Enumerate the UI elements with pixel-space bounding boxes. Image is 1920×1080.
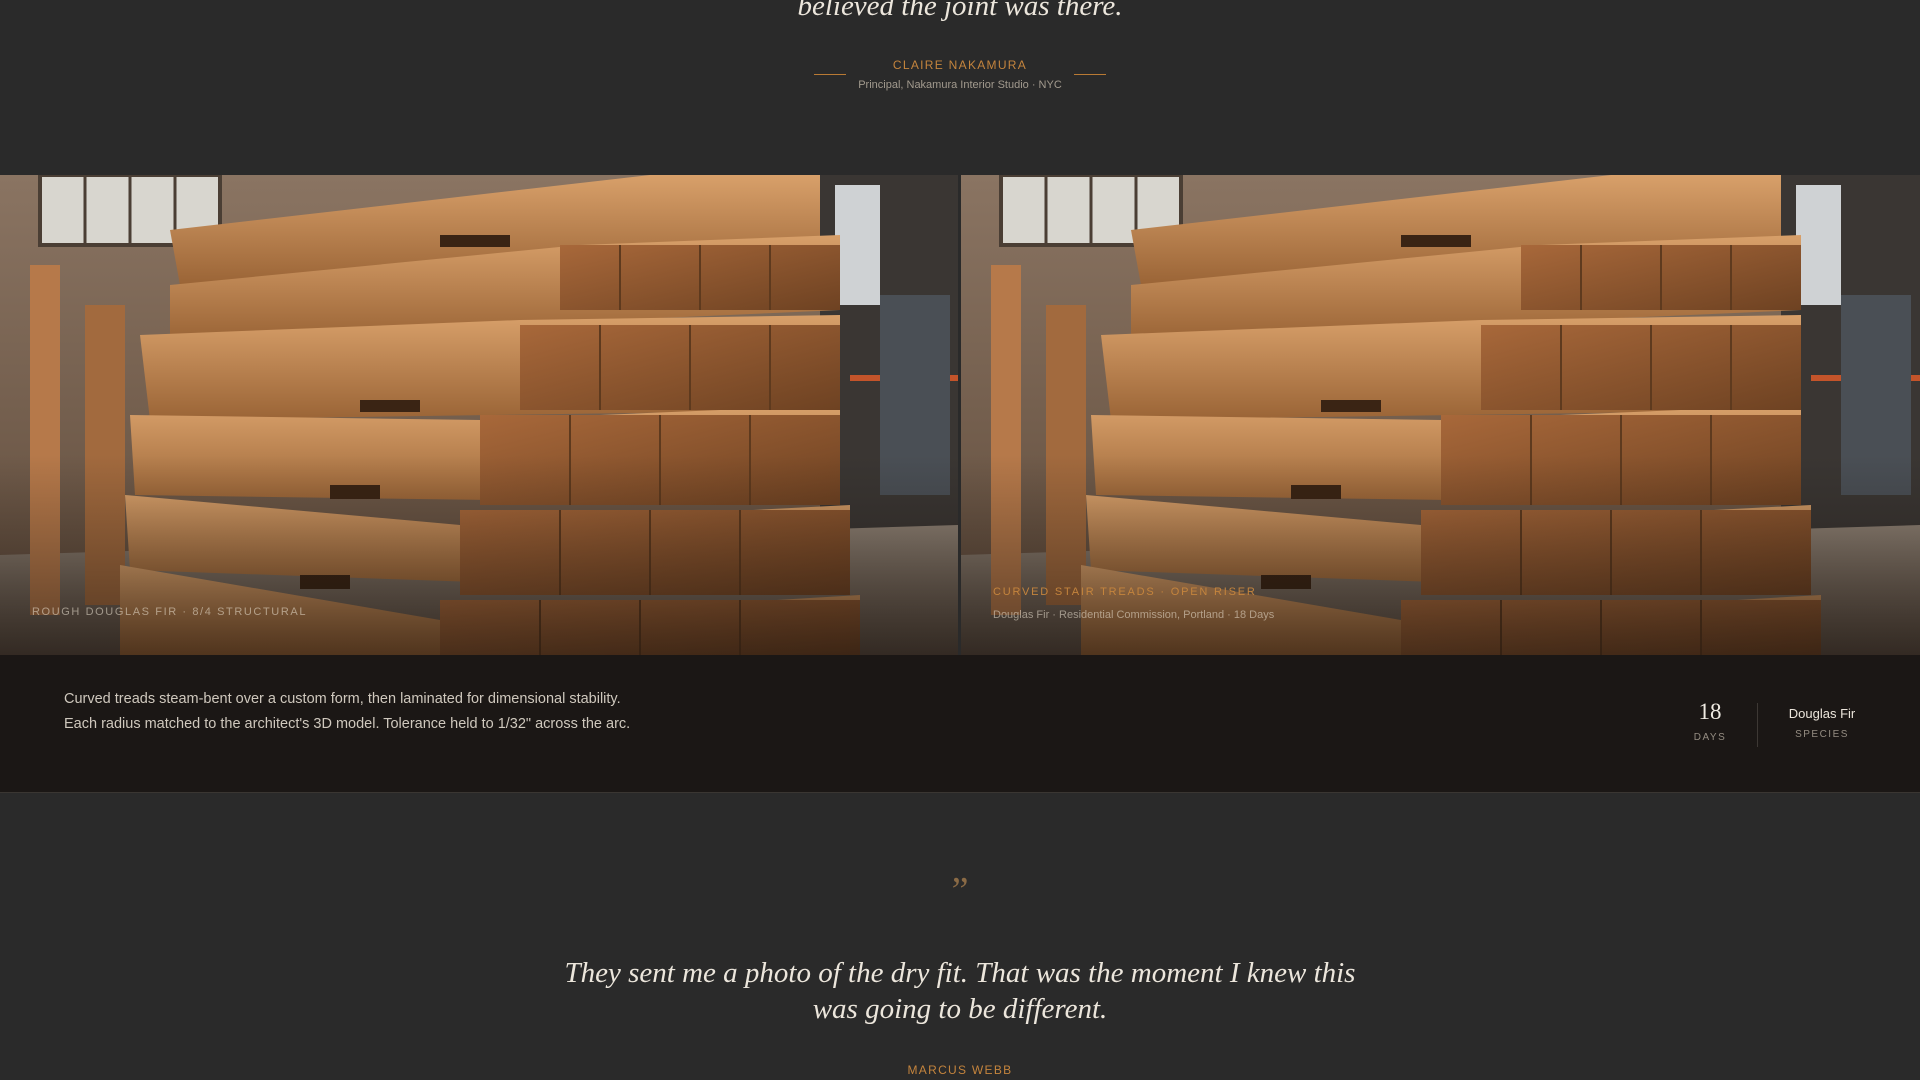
- project-description: Curved treads steam-bent over a custom f…: [64, 691, 631, 732]
- attribution-divider-right: [1074, 74, 1106, 75]
- stat-species-label: SPECIES: [1795, 729, 1849, 740]
- stat-days: 18 DAYS: [1670, 699, 1750, 743]
- testimonial-quote: They sent me a photo of the dry fit. Tha…: [564, 957, 1356, 1025]
- project-gallery: ROUGH DOUGLAS FIR · 8/4 STRUCTURAL CURVE…: [0, 175, 1920, 655]
- gallery-caption-left: ROUGH DOUGLAS FIR · 8/4 STRUCTURAL: [32, 606, 308, 618]
- testimonial-attribution-top: CLAIRE NAKAMURA Principal, Nakamura Inte…: [0, 58, 1920, 98]
- stat-species: Douglas Fir SPECIES: [1770, 706, 1874, 740]
- image-gradient-overlay: [961, 455, 1920, 655]
- stat-divider: [1757, 703, 1758, 747]
- testimonial-author-name-bottom: MARCUS WEBB: [907, 1063, 1013, 1077]
- testimonial-author-name: CLAIRE NAKAMURA: [892, 58, 1028, 72]
- stat-days-value: 18: [1698, 699, 1722, 724]
- testimonial-quote-top: believed the joint was there.: [797, 0, 1123, 22]
- stat-days-label: DAYS: [1693, 732, 1727, 743]
- gallery-image-curved-stair[interactable]: CURVED STAIR TREADS · OPEN RISER Douglas…: [961, 175, 1920, 655]
- gallery-caption-title: CURVED STAIR TREADS · OPEN RISER: [993, 586, 1257, 598]
- attribution-divider-left: [814, 74, 846, 75]
- quote-mark-icon: ”: [951, 870, 969, 912]
- project-details-band: Curved treads steam-bent over a custom f…: [0, 655, 1920, 793]
- image-gradient-overlay: [0, 455, 958, 655]
- stat-species-value: Douglas Fir: [1788, 706, 1856, 721]
- gallery-caption-subtitle: Douglas Fir · Residential Commission, Po…: [993, 609, 1275, 621]
- testimonial-author-role: Principal, Nakamura Interior Studio · NY…: [858, 79, 1062, 91]
- gallery-image-rough-fir[interactable]: ROUGH DOUGLAS FIR · 8/4 STRUCTURAL: [0, 175, 958, 655]
